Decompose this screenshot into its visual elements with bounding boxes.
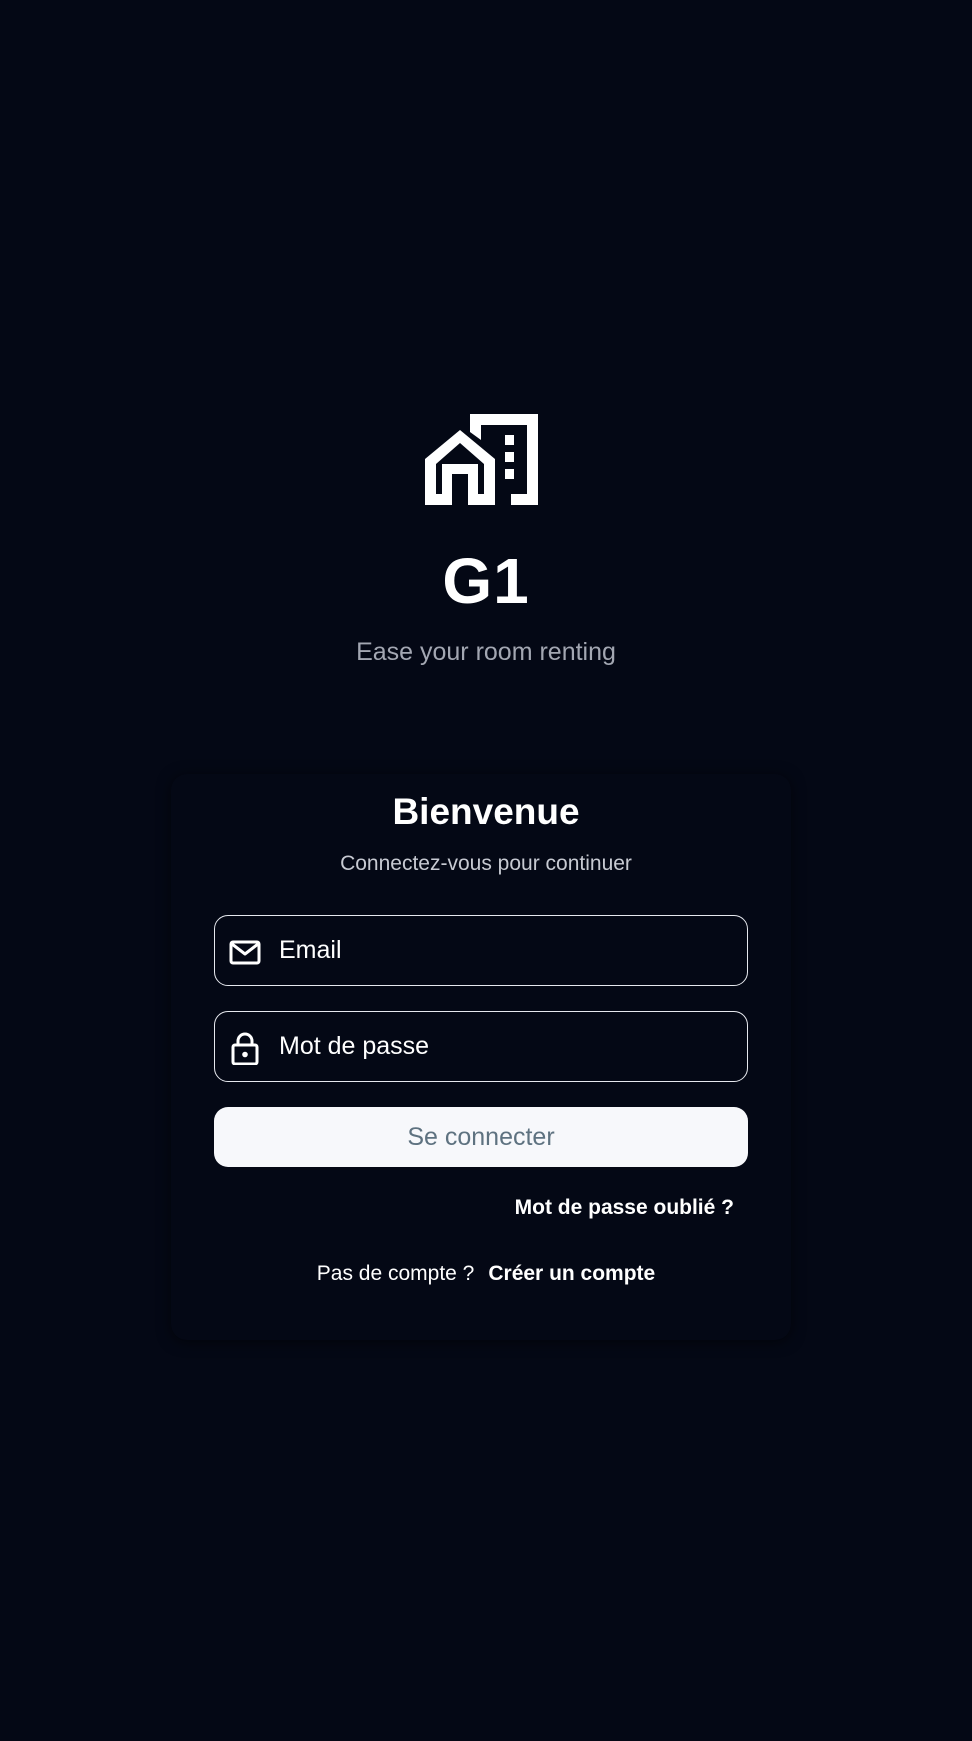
password-input[interactable] [279, 1012, 729, 1080]
forgot-password-link[interactable]: Mot de passe oublié ? [494, 1194, 734, 1222]
signup-row: Pas de compte ? Créer un compte [0, 1260, 972, 1288]
login-screen: G1 Ease your room renting Bienvenue Conn… [0, 0, 972, 1741]
email-input[interactable] [279, 916, 729, 984]
no-account-label: Pas de compte ? [316, 1262, 475, 1285]
create-account-link[interactable]: Créer un compte [488, 1262, 655, 1285]
mail-icon [229, 940, 261, 965]
login-title: Bienvenue [392, 791, 580, 832]
house-building-icon [425, 414, 538, 505]
email-field[interactable] [214, 915, 748, 986]
lock-icon [231, 1032, 259, 1065]
password-field[interactable] [214, 1011, 748, 1082]
app-tagline: Ease your room renting [356, 638, 616, 666]
login-button[interactable]: Se connecter [214, 1107, 748, 1167]
app-name: G1 [442, 545, 530, 617]
login-subtitle: Connectez-vous pour continuer [340, 852, 632, 875]
